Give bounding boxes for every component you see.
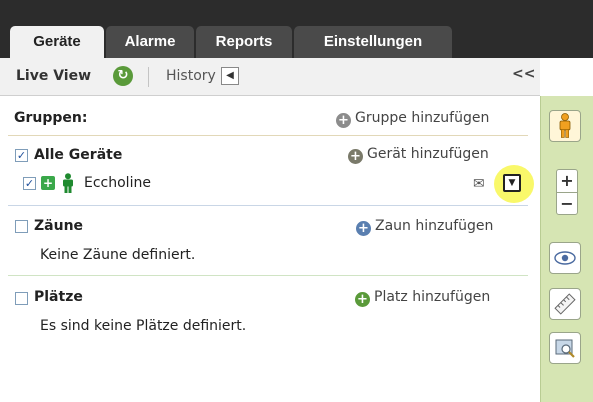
places-empty-text: Es sind keine Plätze definiert. [40, 318, 247, 334]
expand-device-icon[interactable]: + [41, 176, 55, 190]
places-checkbox[interactable] [15, 292, 28, 305]
measure-button[interactable] [549, 288, 581, 320]
map-toolbar: + − [540, 96, 593, 402]
all-devices-label: Alle Geräte [34, 147, 123, 163]
zoom-control: + − [556, 169, 578, 215]
add-fence-label: Zaun hinzufügen [375, 218, 494, 234]
map-zoom-icon [555, 339, 575, 358]
fences-label: Zäune [34, 218, 84, 234]
device-name[interactable]: Eccholine [84, 175, 151, 191]
groups-heading: Gruppen: [14, 110, 88, 126]
add-circle-icon: + [356, 221, 371, 236]
history-back-button[interactable]: ◀ [221, 67, 239, 85]
fences-checkbox[interactable] [15, 220, 28, 233]
refresh-icon[interactable]: ↻ [113, 66, 133, 86]
view-mode-bar: Live View ↻ History ◀ << [0, 58, 540, 96]
tab-einstellungen[interactable]: Einstellungen [294, 26, 452, 58]
collapse-panel-button[interactable]: << [512, 66, 535, 82]
tab-geraete[interactable]: Geräte [10, 26, 104, 58]
ruler-icon [554, 293, 576, 315]
view-toggle-button[interactable] [549, 242, 581, 274]
street-view-person-button[interactable] [549, 110, 581, 142]
add-circle-icon: + [348, 149, 363, 164]
person-icon [63, 173, 73, 193]
add-device-link[interactable]: + Gerät hinzufügen [348, 146, 489, 164]
places-label: Plätze [34, 289, 83, 305]
person-icon [559, 113, 571, 138]
fences-empty-text: Keine Zäune definiert. [40, 247, 196, 263]
add-device-label: Gerät hinzufügen [367, 146, 489, 162]
mail-icon[interactable]: ✉ [473, 176, 485, 192]
add-place-link[interactable]: + Platz hinzufügen [355, 289, 490, 307]
tab-reports[interactable]: Reports [196, 26, 292, 58]
divider [8, 275, 528, 276]
eye-icon [554, 251, 576, 265]
history-link[interactable]: History [166, 68, 216, 84]
zoom-in-button[interactable]: + [557, 170, 577, 192]
add-circle-icon: + [336, 113, 351, 128]
divider [8, 205, 528, 206]
separator [148, 67, 149, 87]
all-devices-checkbox[interactable]: ✓ [15, 149, 28, 162]
device-dropdown-button[interactable]: ▼ [503, 174, 521, 192]
device-checkbox[interactable]: ✓ [23, 177, 36, 190]
top-nav-bar: Geräte Alarme Reports Einstellungen [0, 0, 593, 58]
add-circle-icon: + [355, 292, 370, 307]
map-search-button[interactable] [549, 332, 581, 364]
live-view-link[interactable]: Live View [16, 68, 91, 84]
add-group-label: Gruppe hinzufügen [355, 110, 490, 126]
add-fence-link[interactable]: + Zaun hinzufügen [356, 218, 493, 236]
add-place-label: Platz hinzufügen [374, 289, 491, 305]
add-group-link[interactable]: + Gruppe hinzufügen [336, 110, 489, 128]
tab-alarme[interactable]: Alarme [106, 26, 194, 58]
divider [8, 135, 528, 136]
zoom-out-button[interactable]: − [557, 193, 577, 215]
